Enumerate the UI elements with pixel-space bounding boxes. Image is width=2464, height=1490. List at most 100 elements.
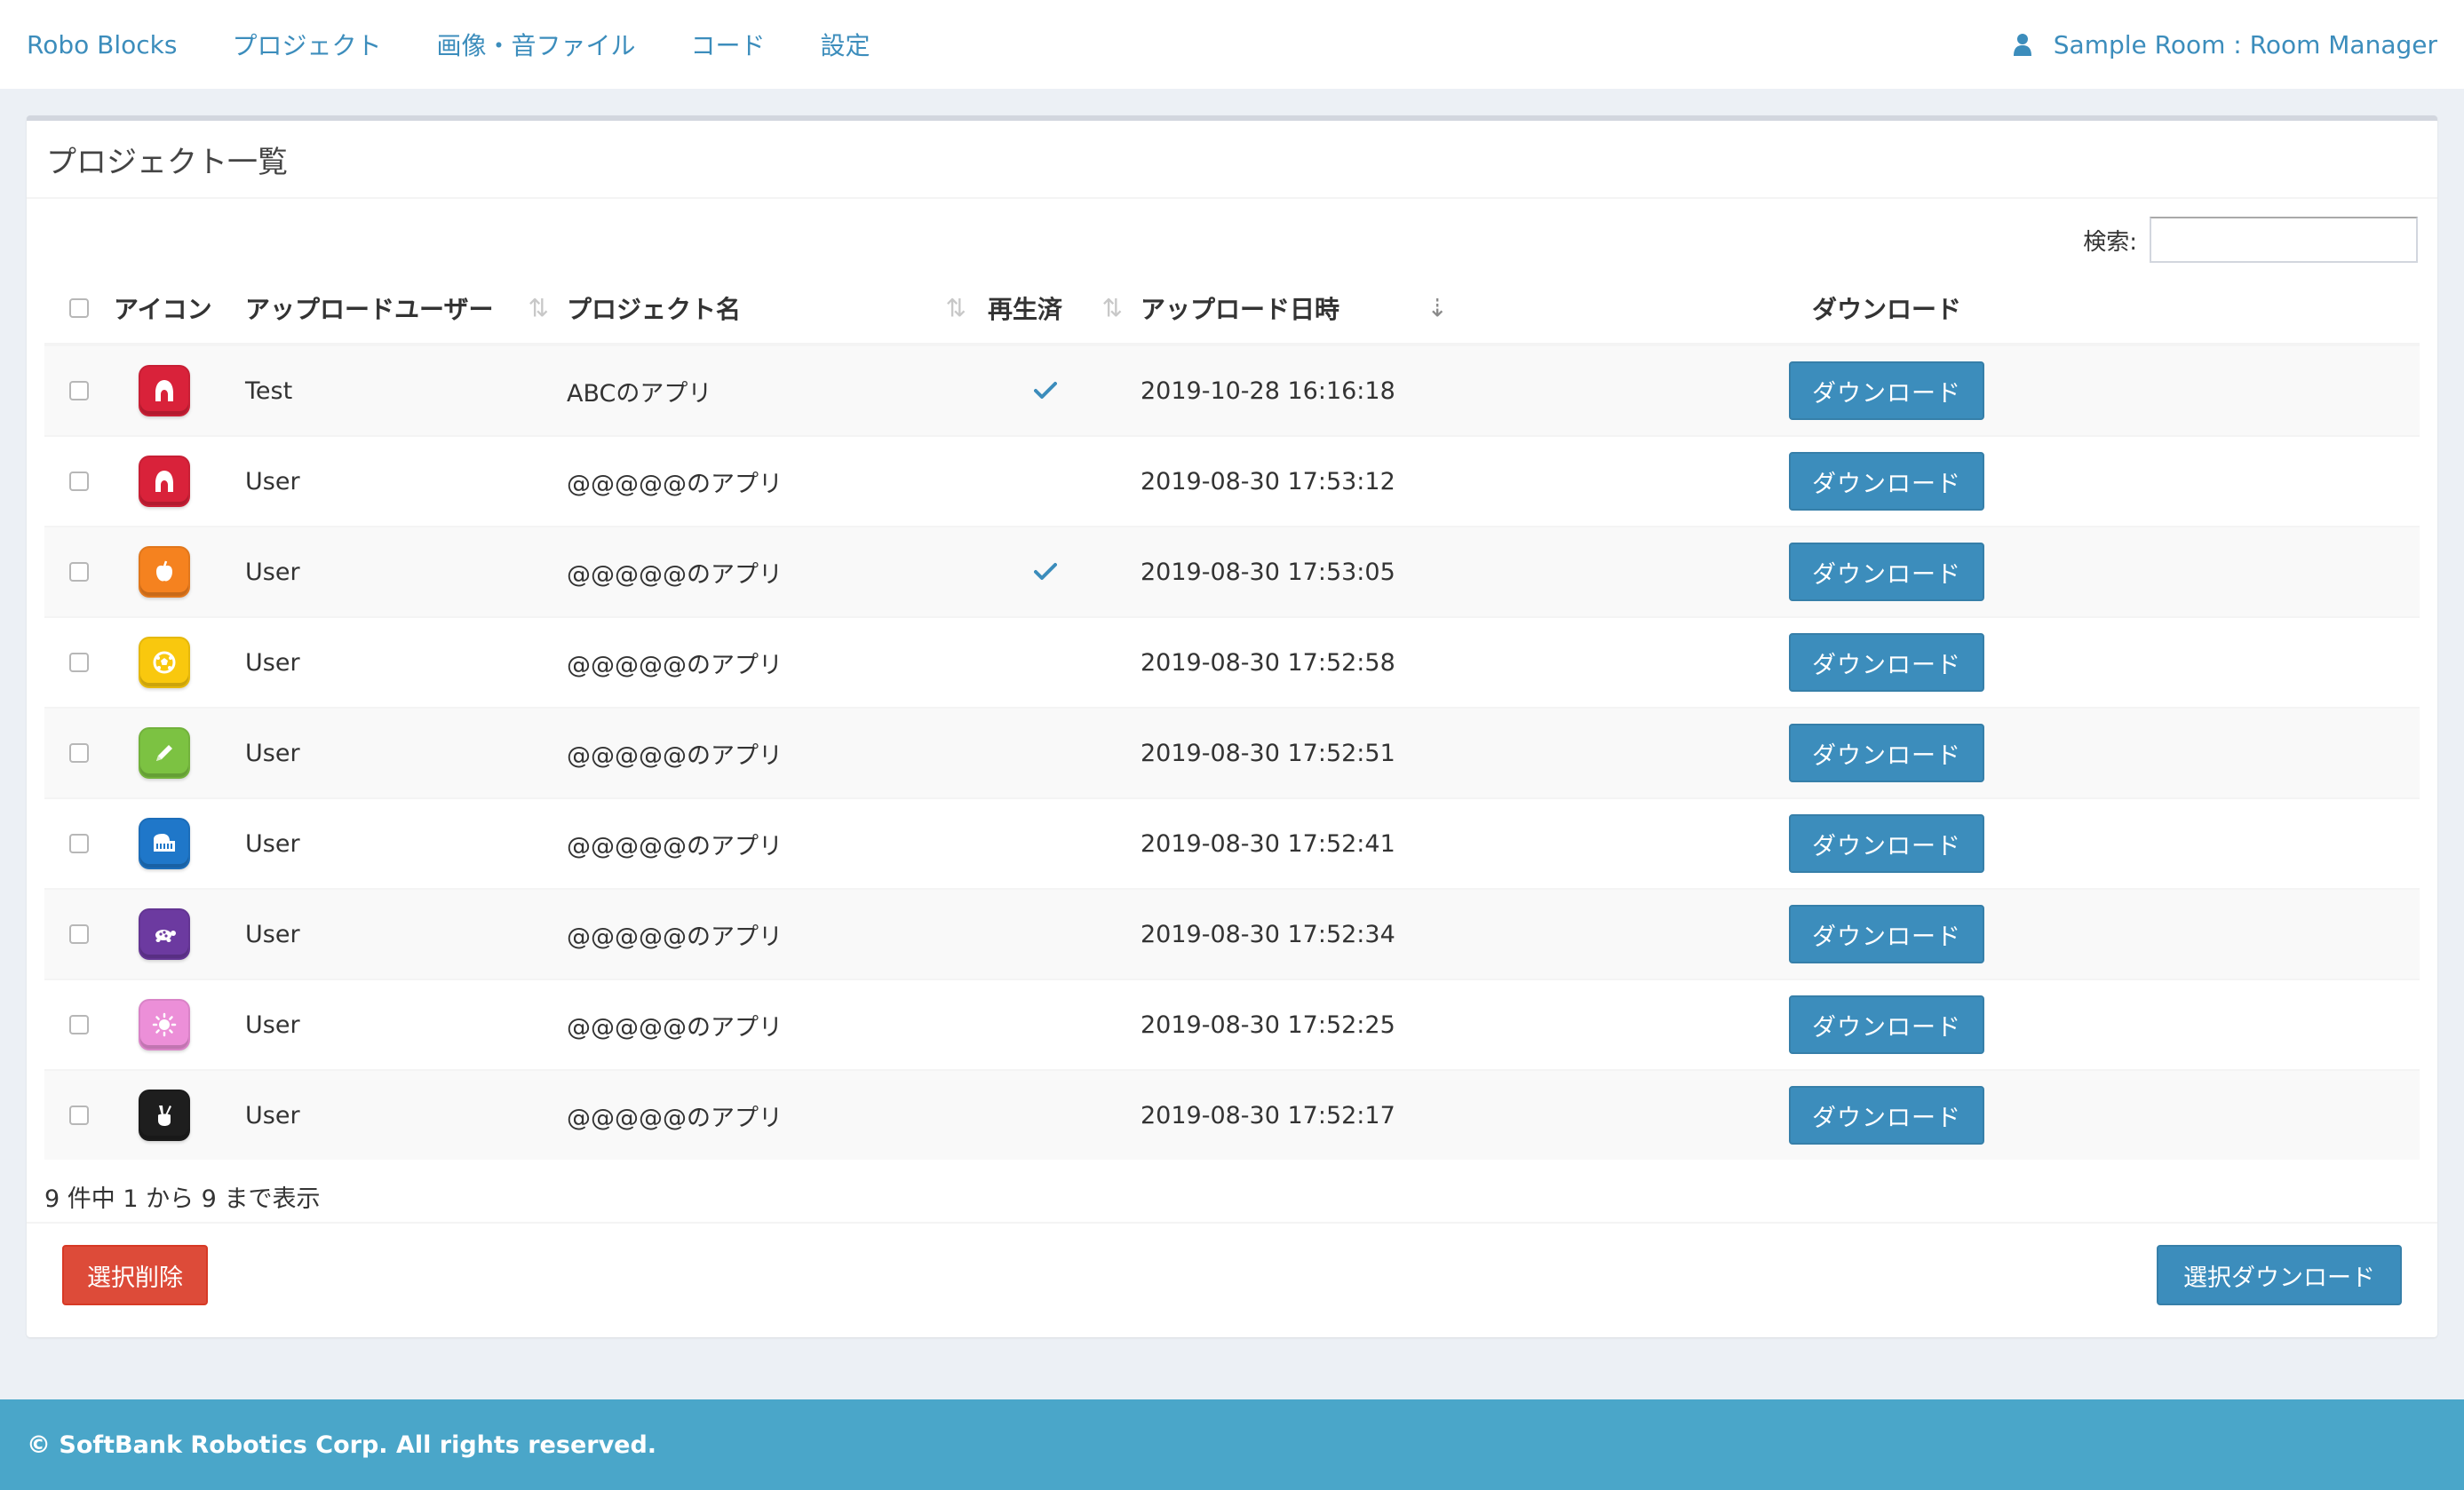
header-project-label: プロジェクト名 [567, 295, 742, 324]
nav-link-settings[interactable]: 設定 [821, 27, 870, 62]
sort-icon: ⇅ [945, 293, 966, 323]
download-button[interactable]: ダウンロード [1789, 543, 1984, 601]
row-checkbox[interactable] [69, 834, 89, 853]
header-user[interactable]: アップロードユーザー ⇅ [242, 290, 563, 326]
header-date[interactable]: アップロード日時 ⇣ [1137, 290, 1462, 326]
download-button[interactable]: ダウンロード [1789, 995, 1984, 1054]
row-checkbox-cell [44, 1015, 114, 1034]
select-all-checkbox[interactable] [69, 298, 89, 318]
row-icon-cell [114, 908, 242, 960]
row-project: @@@@@のアプリ [567, 651, 783, 679]
header-user-label: アップロードユーザー [245, 295, 494, 324]
row-user: User [245, 1101, 300, 1129]
table-row: User @@@@@のアプリ 2019-08-30 17:52:17 ダウンロード [44, 1069, 2420, 1160]
row-date: 2019-08-30 17:52:34 [1141, 920, 1395, 948]
delete-selected-button[interactable]: 選択削除 [62, 1245, 208, 1305]
row-checkbox-cell [44, 653, 114, 672]
download-button[interactable]: ダウンロード [1789, 361, 1984, 420]
row-checkbox[interactable] [69, 1015, 89, 1034]
row-project: @@@@@のアプリ [567, 741, 783, 770]
row-checkbox-cell [44, 381, 114, 400]
table-row: User @@@@@のアプリ 2019-08-30 17:53:12 ダウンロード [44, 435, 2420, 526]
row-user: User [245, 558, 300, 586]
row-date: 2019-08-30 17:53:12 [1141, 467, 1395, 495]
row-download-cell: ダウンロード [1789, 633, 1984, 692]
row-date: 2019-08-30 17:52:25 [1141, 1011, 1395, 1039]
table-info: 9 件中 1 から 9 まで表示 [44, 1185, 321, 1213]
black-peace-hand-icon [139, 1090, 190, 1141]
header-played-label: 再生済 [988, 295, 1063, 324]
orange-apple-icon [139, 546, 190, 598]
page-footer: © SoftBank Robotics Corp. All rights res… [0, 1399, 2464, 1490]
row-user: User [245, 648, 300, 677]
row-date: 2019-08-30 17:52:41 [1141, 829, 1395, 858]
download-button[interactable]: ダウンロード [1789, 814, 1984, 873]
nav-link-code[interactable]: コード [690, 27, 765, 62]
row-user: User [245, 739, 300, 767]
row-checkbox-cell [44, 924, 114, 944]
header-project[interactable]: プロジェクト名 ⇅ [563, 290, 981, 326]
table-row: User @@@@@のアプリ 2019-08-30 17:52:34 ダウンロード [44, 888, 2420, 979]
download-button[interactable]: ダウンロード [1789, 724, 1984, 782]
table-row: User @@@@@のアプリ 2019-08-30 17:52:51 ダウンロード [44, 707, 2420, 797]
row-project: ABCのアプリ [567, 379, 712, 408]
row-icon-cell [114, 818, 242, 869]
table-row: User @@@@@のアプリ 2019-08-30 17:53:05 ダウンロード [44, 526, 2420, 616]
table-row: User @@@@@のアプリ 2019-08-30 17:52:25 ダウンロード [44, 979, 2420, 1069]
row-checkbox[interactable] [69, 562, 89, 582]
row-icon-cell [114, 546, 242, 598]
download-button[interactable]: ダウンロード [1789, 1086, 1984, 1145]
download-button[interactable]: ダウンロード [1789, 633, 1984, 692]
row-checkbox[interactable] [69, 1106, 89, 1125]
nav-link-projects[interactable]: プロジェクト [232, 27, 381, 62]
header-icon: アイコン [114, 295, 212, 324]
copyright-text: © SoftBank Robotics Corp. All rights res… [27, 1431, 657, 1459]
sort-icon: ⇅ [1101, 293, 1123, 323]
row-user: User [245, 467, 300, 495]
row-icon-cell [114, 365, 242, 416]
row-download-cell: ダウンロード [1789, 905, 1984, 963]
row-icon-cell [114, 999, 242, 1050]
download-button[interactable]: ダウンロード [1789, 452, 1984, 511]
green-pencil-icon [139, 727, 190, 779]
page-title: プロジェクト一覧 [46, 144, 288, 180]
row-checkbox[interactable] [69, 653, 89, 672]
row-checkbox[interactable] [69, 472, 89, 491]
header-played[interactable]: 再生済 ⇅ [981, 290, 1137, 326]
search-label: 検索: [2083, 228, 2137, 256]
nav-link-media[interactable]: 画像・音ファイル [436, 27, 635, 62]
pink-sun-icon [139, 999, 190, 1050]
user-menu[interactable]: Sample Room : Room Manager [2013, 30, 2437, 59]
row-icon-cell [114, 727, 242, 779]
row-download-cell: ダウンロード [1789, 452, 1984, 511]
row-icon-cell [114, 1090, 242, 1141]
row-checkbox[interactable] [69, 924, 89, 944]
download-button[interactable]: ダウンロード [1789, 905, 1984, 963]
row-user: User [245, 1011, 300, 1039]
row-download-cell: ダウンロード [1789, 814, 1984, 873]
brand-link[interactable]: Robo Blocks [27, 30, 177, 59]
row-date: 2019-08-30 17:52:17 [1141, 1101, 1395, 1129]
check-icon [1034, 562, 1057, 582]
search-input[interactable] [2150, 217, 2418, 263]
row-played [981, 562, 1137, 582]
check-icon [1034, 381, 1057, 400]
table-body: Test ABCのアプリ 2019-10-28 16:16:18 ダウンロード User… [44, 345, 2420, 1160]
user-icon [2013, 33, 2032, 56]
red-house-icon [139, 456, 190, 507]
red-house-icon [139, 365, 190, 416]
row-checkbox[interactable] [69, 381, 89, 400]
header-download: ダウンロード [1811, 295, 1961, 324]
row-icon-cell [114, 637, 242, 688]
row-download-cell: ダウンロード [1789, 543, 1984, 601]
table-row: User @@@@@のアプリ 2019-08-30 17:52:41 ダウンロード [44, 797, 2420, 888]
download-selected-button[interactable]: 選択ダウンロード [2157, 1245, 2402, 1305]
header-checkbox-cell [44, 298, 114, 318]
row-date: 2019-08-30 17:53:05 [1141, 558, 1395, 586]
row-checkbox[interactable] [69, 743, 89, 763]
blue-piano-icon [139, 818, 190, 869]
row-project: @@@@@のアプリ [567, 832, 783, 860]
row-played [981, 381, 1137, 400]
row-project: @@@@@のアプリ [567, 1013, 783, 1042]
table-header: アイコン アップロードユーザー ⇅ プロジェクト名 ⇅ 再生済 ⇅ アップロード… [44, 273, 2420, 345]
